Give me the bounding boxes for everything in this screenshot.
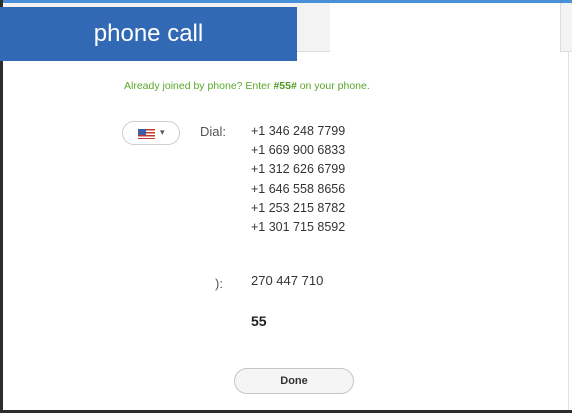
dial-number: +1 346 248 7799 — [251, 124, 346, 138]
phone-call-banner: phone call — [0, 7, 297, 61]
country-selector[interactable]: ▾ — [122, 121, 180, 145]
dial-number: +1 646 558 8656 — [251, 181, 346, 196]
hint-code: #55# — [273, 80, 297, 92]
us-flag-icon — [138, 129, 155, 139]
content-right-edge — [568, 51, 569, 410]
hint-prefix: Already joined by phone? Enter — [124, 80, 274, 92]
dial-number: +1 253 215 8782 — [251, 200, 346, 215]
join-by-phone-hint: Already joined by phone? Enter #55# on y… — [124, 80, 484, 92]
dial-number: +1 669 900 6833 — [251, 143, 346, 158]
meeting-id-label: ): — [215, 276, 223, 291]
participant-id-value: 55 — [251, 313, 267, 329]
tab-divider — [560, 3, 561, 52]
meeting-id-value: 270 447 710 — [251, 273, 324, 288]
dial-label: Dial: — [200, 124, 227, 139]
done-button[interactable]: Done — [234, 368, 354, 394]
active-tab[interactable] — [330, 3, 560, 52]
hint-suffix: on your phone. — [296, 80, 370, 92]
window-left-border — [0, 0, 3, 413]
dial-number-list: +1 346 248 7799 +1 669 900 6833 +1 312 6… — [251, 122, 345, 237]
chevron-down-icon: ▾ — [160, 127, 165, 137]
dial-number: +1 301 715 8592 — [251, 220, 346, 235]
dial-number: +1 312 626 6799 — [251, 162, 346, 177]
